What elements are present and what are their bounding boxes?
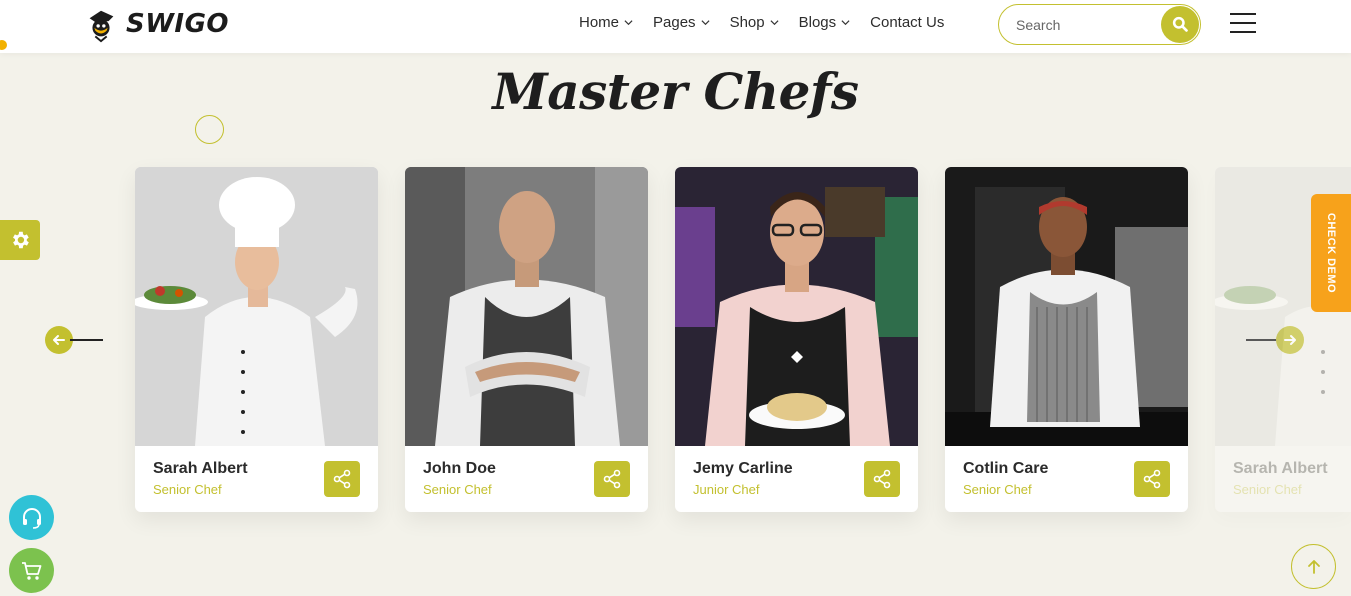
decorative-circle xyxy=(195,115,224,144)
search-box xyxy=(998,4,1201,45)
chevron-down-icon xyxy=(841,20,850,26)
section-title: Master Chefs xyxy=(492,62,859,121)
nav-item-blogs[interactable]: Blogs xyxy=(799,14,851,31)
chef-card[interactable]: Jemy Carline Junior Chef xyxy=(675,167,918,512)
chevron-down-icon xyxy=(770,20,779,26)
nav-item-label: Home xyxy=(579,14,620,31)
chevron-down-icon xyxy=(624,20,633,26)
nav-item-label: Shop xyxy=(729,14,765,31)
search-input[interactable] xyxy=(1016,15,1156,35)
nav-item-pages[interactable]: Pages xyxy=(653,14,710,31)
chef-role: Senior Chef xyxy=(153,482,222,497)
chef-hat-icon xyxy=(89,10,114,43)
share-button[interactable] xyxy=(1134,461,1170,497)
slider-prev-button[interactable] xyxy=(45,326,73,354)
chef-photo xyxy=(405,167,648,446)
share-icon xyxy=(333,469,351,489)
chef-card[interactable]: John Doe Senior Chef xyxy=(405,167,648,512)
chef-info: Sarah Albert Senior Chef xyxy=(153,460,248,497)
chef-info: Cotlin Care Senior Chef xyxy=(963,460,1048,497)
support-button[interactable] xyxy=(9,495,54,540)
nav-item-shop[interactable]: Shop xyxy=(730,14,779,31)
settings-button[interactable] xyxy=(0,220,40,260)
chevron-down-icon xyxy=(701,20,710,26)
gear-icon xyxy=(13,231,29,249)
chef-photo xyxy=(675,167,918,446)
site-header: SWIGO Home Pages Shop Blogs Contact Us xyxy=(0,0,1351,53)
cart-button[interactable] xyxy=(9,548,54,593)
chef-card[interactable]: Cotlin Care Senior Chef xyxy=(945,167,1188,512)
share-button[interactable] xyxy=(324,461,360,497)
scroll-to-top-button[interactable] xyxy=(1291,544,1336,589)
search-button[interactable] xyxy=(1161,6,1199,43)
chef-info: Jemy Carline Junior Chef xyxy=(693,460,793,497)
share-icon xyxy=(1143,469,1161,489)
chef-info: Sarah Albert Senior Chef xyxy=(1233,460,1328,497)
search-icon xyxy=(1172,16,1188,32)
chef-name: John Doe xyxy=(423,460,496,477)
check-demo-label: CHECK DEMO xyxy=(1325,212,1338,294)
brand-name: SWIGO xyxy=(126,9,230,39)
nav-item-contact[interactable]: Contact Us xyxy=(870,14,944,31)
check-demo-tab[interactable]: CHECK DEMO xyxy=(1311,194,1351,312)
share-icon xyxy=(603,469,621,489)
share-button[interactable] xyxy=(864,461,900,497)
chef-name: Jemy Carline xyxy=(693,460,793,477)
nav-item-label: Blogs xyxy=(798,14,837,31)
arrow-left-icon xyxy=(53,335,65,345)
slider-prev-line xyxy=(70,339,103,341)
brand-logo[interactable]: SWIGO xyxy=(82,4,229,44)
chef-info: John Doe Senior Chef xyxy=(423,460,496,497)
chef-card[interactable]: Sarah Albert Senior Chef xyxy=(135,167,378,512)
chef-name: Sarah Albert xyxy=(1233,460,1328,477)
arrow-up-icon xyxy=(1307,559,1320,574)
share-icon xyxy=(873,469,891,489)
chef-name: Sarah Albert xyxy=(153,460,248,477)
chef-name: Cotlin Care xyxy=(963,460,1049,477)
chef-photo xyxy=(945,167,1188,446)
nav-item-home[interactable]: Home xyxy=(579,14,633,31)
chef-role: Senior Chef xyxy=(963,482,1032,497)
chef-role: Junior Chef xyxy=(693,482,760,497)
chef-role: Senior Chef xyxy=(1233,482,1302,497)
chef-photo xyxy=(135,167,378,446)
share-button[interactable] xyxy=(594,461,630,497)
chef-role: Senior Chef xyxy=(423,482,492,497)
headset-icon xyxy=(22,507,41,529)
nav-item-label: Contact Us xyxy=(870,14,945,31)
main-nav: Home Pages Shop Blogs Contact Us xyxy=(579,14,944,31)
cart-icon xyxy=(21,561,41,580)
hamburger-menu-icon[interactable] xyxy=(1230,13,1256,33)
nav-item-label: Pages xyxy=(653,14,696,31)
